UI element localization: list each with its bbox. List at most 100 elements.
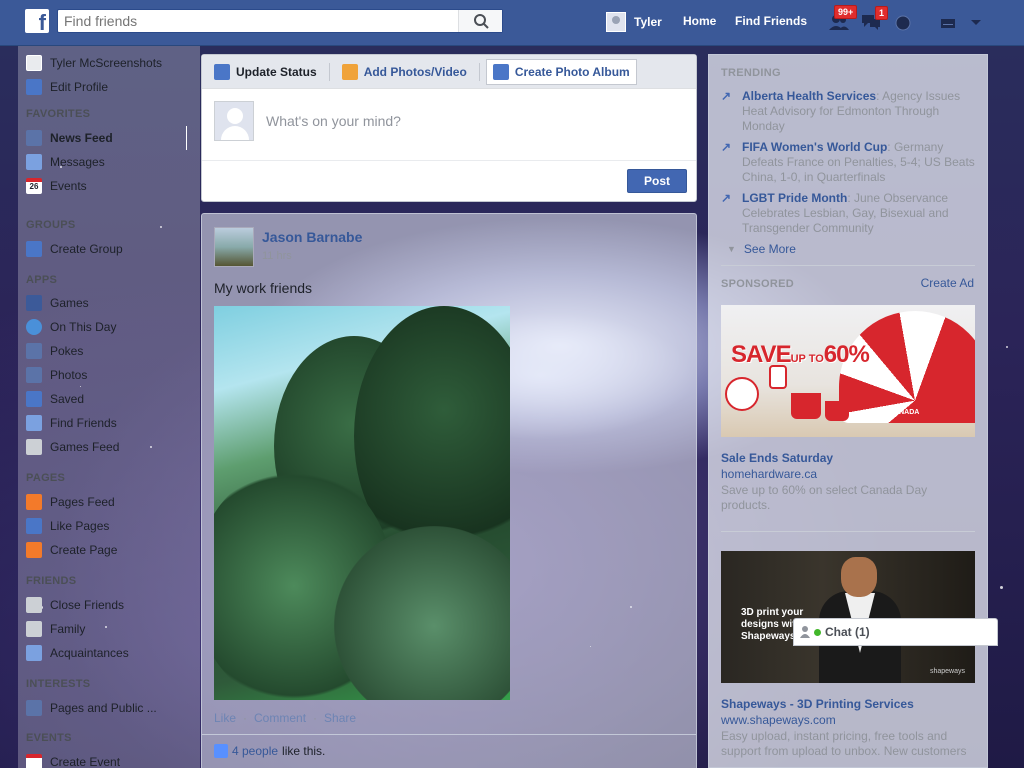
privacy-lock-icon: [941, 19, 955, 28]
sidebar-item-label: Photos: [50, 368, 88, 382]
ad-image[interactable]: 3D print your designs with Shapeways sha…: [721, 551, 975, 683]
create-ad-link[interactable]: Create Ad: [921, 276, 974, 290]
flag-icon: [26, 494, 42, 510]
feed-story: Jason Barnabe 11 hrs My work friends Lik…: [201, 213, 697, 768]
composer-body: What's on your mind?: [202, 89, 696, 161]
see-more-trending[interactable]: ▼ See More: [727, 242, 796, 256]
sidebar-item-edit-profile[interactable]: Edit Profile: [26, 79, 108, 95]
chat-tab[interactable]: Chat (1): [793, 618, 998, 646]
avatar: [214, 101, 254, 141]
tab-create-photo-album[interactable]: Create Photo Album: [485, 58, 637, 85]
tab-update-status[interactable]: Update Status: [208, 60, 323, 84]
trending-item[interactable]: ↗ LGBT Pride Month: June Observance Cele…: [721, 191, 976, 236]
profile-link[interactable]: Tyler: [606, 11, 662, 33]
facebook-logo-icon[interactable]: f: [25, 9, 49, 33]
sidebar-item-profile[interactable]: Tyler McScreenshots: [26, 55, 162, 71]
sidebar-item-label: Pages and Public ...: [50, 701, 157, 715]
chevron-down-icon: [971, 20, 981, 25]
divider: [721, 265, 975, 266]
comment-link[interactable]: Comment: [254, 711, 306, 725]
sidebar-item-news-feed[interactable]: News Feed: [26, 130, 113, 146]
ad-image[interactable]: CANADA SAVEUP TO60%: [721, 305, 975, 437]
search-icon: [474, 14, 489, 29]
sidebar-item-saved[interactable]: Saved: [26, 391, 84, 407]
sidebar-item-close-friends[interactable]: Close Friends: [26, 597, 124, 613]
likes-count-link[interactable]: 4 people: [232, 744, 278, 758]
account-menu-button[interactable]: [966, 12, 988, 32]
bookmark-icon: [26, 391, 42, 407]
sidebar-item-family[interactable]: Family: [26, 621, 85, 637]
sidebar-item-games[interactable]: Games: [26, 295, 89, 311]
trending-item[interactable]: ↗ FIFA Women's World Cup: Germany Defeat…: [721, 140, 976, 185]
trending-heading: TRENDING: [721, 67, 781, 79]
photo-icon: [341, 63, 358, 80]
story-photo[interactable]: [214, 306, 510, 700]
tab-add-photos-video[interactable]: Add Photos/Video: [336, 60, 473, 84]
privacy-shortcuts-button[interactable]: [938, 12, 960, 32]
search-button[interactable]: [458, 10, 502, 32]
sidebar-item-events[interactable]: 26 Events: [26, 178, 87, 194]
sidebar-item-photos[interactable]: Photos: [26, 367, 87, 383]
share-link[interactable]: Share: [324, 711, 356, 725]
search-box: [57, 9, 503, 33]
sidebar-item-pages-and-public[interactable]: Pages and Public ...: [26, 700, 157, 716]
sidebar-item-pokes[interactable]: Pokes: [26, 343, 83, 359]
sidebar-item-messages[interactable]: Messages: [26, 154, 105, 170]
find-friends-link[interactable]: Find Friends: [735, 14, 807, 28]
sidebar-item-label: Events: [50, 179, 87, 193]
ad-image-watermark: shapeways: [929, 668, 965, 675]
sidebar-item-like-pages[interactable]: Like Pages: [26, 518, 109, 534]
story-timestamp[interactable]: 11 hrs: [262, 250, 292, 262]
poke-icon: [26, 343, 42, 359]
sidebar-item-label: Tyler McScreenshots: [50, 56, 163, 70]
search-input[interactable]: [58, 10, 458, 32]
messages-button[interactable]: 1: [860, 6, 889, 32]
gamepad-icon: [26, 439, 42, 455]
sidebar-item-games-feed[interactable]: Games Feed: [26, 439, 119, 455]
ad-description: Easy upload, instant pricing, free tools…: [721, 729, 967, 758]
home-link[interactable]: Home: [683, 14, 716, 28]
ad-url[interactable]: homehardware.ca: [721, 467, 817, 481]
clock-icon: [26, 319, 42, 335]
post-button[interactable]: Post: [627, 169, 687, 193]
sidebar-item-create-group[interactable]: Create Group: [26, 241, 123, 257]
tab-label: Add Photos/Video: [363, 64, 467, 79]
tab-label: Update Status: [236, 64, 317, 79]
like-link[interactable]: Like: [214, 711, 236, 725]
sidebar-item-create-event[interactable]: Create Event: [26, 754, 120, 768]
pages-heading: PAGES: [26, 472, 66, 484]
thumbs-up-icon: [214, 743, 228, 758]
divider: [721, 531, 975, 532]
album-icon: [492, 63, 509, 80]
sidebar-item-on-this-day[interactable]: On This Day: [26, 319, 116, 335]
sidebar-item-pages-feed[interactable]: Pages Feed: [26, 494, 115, 510]
trending-item[interactable]: ↗ Alberta Health Services: Agency Issues…: [721, 89, 976, 134]
friend-requests-badge: 99+: [834, 5, 858, 19]
sidebar-item-find-friends[interactable]: Find Friends: [26, 415, 117, 431]
right-column: TRENDING ↗ Alberta Health Services: Agen…: [708, 54, 988, 768]
calendar-icon: 26: [26, 178, 42, 194]
notifications-button[interactable]: [893, 12, 915, 32]
person-icon: [800, 626, 810, 638]
close-friends-icon: [26, 597, 42, 613]
photos-icon: [26, 367, 42, 383]
top-navigation-bar: f Tyler Home Find Friends 99+ 1: [0, 0, 1024, 46]
status-input[interactable]: What's on your mind?: [266, 113, 401, 129]
messages-badge: 1: [875, 6, 889, 20]
composer-tabs: Update Status Add Photos/Video Create Ph…: [202, 55, 696, 89]
sidebar-item-create-page[interactable]: Create Page: [26, 542, 117, 558]
sidebar-item-acquaintances[interactable]: Acquaintances: [26, 645, 129, 661]
avatar: [26, 55, 42, 71]
story-author[interactable]: Jason Barnabe: [262, 229, 362, 245]
profile-name: Tyler: [634, 15, 662, 29]
ad-description: Save up to 60% on select Canada Day prod…: [721, 483, 928, 512]
trending-topic: LGBT Pride Month: [742, 191, 848, 205]
ad-image-umbrella-label: CANADA: [889, 409, 920, 416]
active-indicator: [186, 126, 187, 150]
ad-url[interactable]: www.shapeways.com: [721, 713, 836, 727]
friend-requests-button[interactable]: 99+: [828, 5, 858, 32]
events-heading: EVENTS: [26, 732, 72, 744]
ad-title[interactable]: Sale Ends Saturday: [721, 451, 833, 465]
ad-title[interactable]: Shapeways - 3D Printing Services: [721, 697, 914, 711]
avatar[interactable]: [214, 227, 254, 267]
